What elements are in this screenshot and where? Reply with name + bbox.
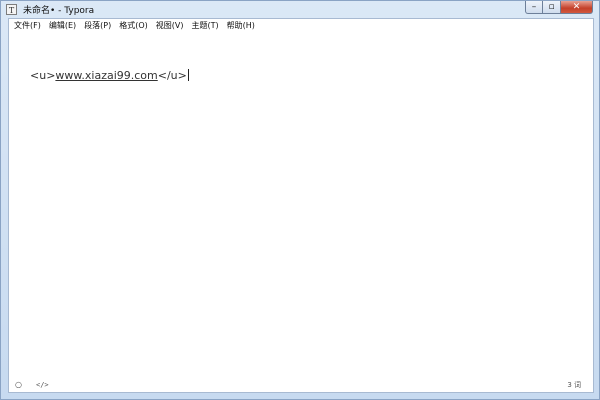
text-caret	[187, 69, 189, 81]
menu-help[interactable]: 帮助(H)	[223, 19, 259, 33]
window-controls: – ▫ ✕	[525, 1, 593, 15]
status-bar: ○ </> 3 词	[9, 378, 593, 392]
maximize-button[interactable]: ▫	[543, 1, 561, 14]
outline-toggle-icon[interactable]: ○	[15, 378, 22, 392]
menu-theme[interactable]: 主题(T)	[187, 19, 222, 33]
underlined-link-text[interactable]: www.xiazai99.com	[55, 69, 157, 82]
app-window: T 未命名• - Typora – ▫ ✕ 文件(F) 编辑(E) 段落(P) …	[0, 0, 600, 400]
typora-app-icon[interactable]: T	[6, 3, 17, 15]
menu-bar: 文件(F) 编辑(E) 段落(P) 格式(O) 视图(V) 主题(T) 帮助(H…	[9, 19, 593, 33]
editor-area[interactable]: <u>www.xiazai99.com</u>	[9, 33, 593, 378]
menu-view[interactable]: 视图(V)	[152, 19, 188, 33]
editor-line[interactable]: <u>www.xiazai99.com</u>	[30, 69, 189, 82]
open-tag-text: <u>	[30, 69, 56, 82]
client-area: 文件(F) 编辑(E) 段落(P) 格式(O) 视图(V) 主题(T) 帮助(H…	[8, 18, 594, 393]
maximize-icon: ▫	[548, 2, 555, 12]
source-code-mode-icon[interactable]: </>	[36, 378, 49, 392]
minimize-button[interactable]: –	[525, 1, 543, 14]
word-count[interactable]: 3 词	[567, 378, 581, 392]
menu-paragraph[interactable]: 段落(P)	[80, 19, 115, 33]
close-tag-text: </u>	[157, 69, 187, 82]
menu-file[interactable]: 文件(F)	[10, 19, 45, 33]
minimize-icon: –	[531, 2, 537, 12]
menu-edit[interactable]: 编辑(E)	[45, 19, 80, 33]
window-title: 未命名• - Typora	[23, 5, 95, 16]
title-bar[interactable]: T 未命名• - Typora – ▫ ✕	[1, 1, 599, 17]
close-icon: ✕	[572, 2, 581, 12]
close-button[interactable]: ✕	[561, 1, 593, 14]
menu-format[interactable]: 格式(O)	[115, 19, 152, 33]
